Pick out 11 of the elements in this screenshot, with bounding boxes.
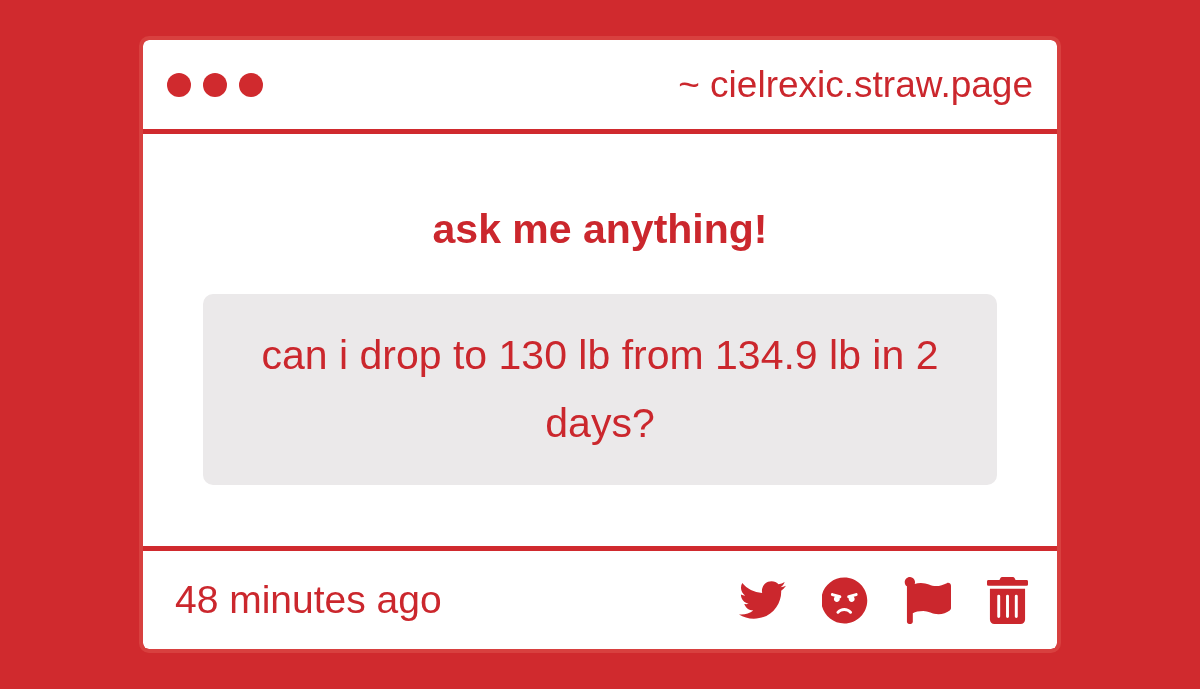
dot-icon bbox=[167, 72, 191, 97]
trash-icon[interactable] bbox=[987, 576, 1028, 624]
bird-icon[interactable] bbox=[739, 581, 786, 619]
address-text: ~ cielrexic.straw.page bbox=[678, 63, 1033, 106]
question-text: can i drop to 130 lb from 134.9 lb in 2 days? bbox=[260, 331, 940, 448]
dot-icon bbox=[239, 72, 263, 97]
heading: ask me anything! bbox=[432, 205, 768, 254]
flag-icon[interactable] bbox=[904, 576, 951, 624]
timestamp: 48 minutes ago bbox=[175, 578, 442, 622]
angry-face-icon[interactable] bbox=[822, 576, 868, 624]
dot-icon bbox=[203, 72, 227, 97]
